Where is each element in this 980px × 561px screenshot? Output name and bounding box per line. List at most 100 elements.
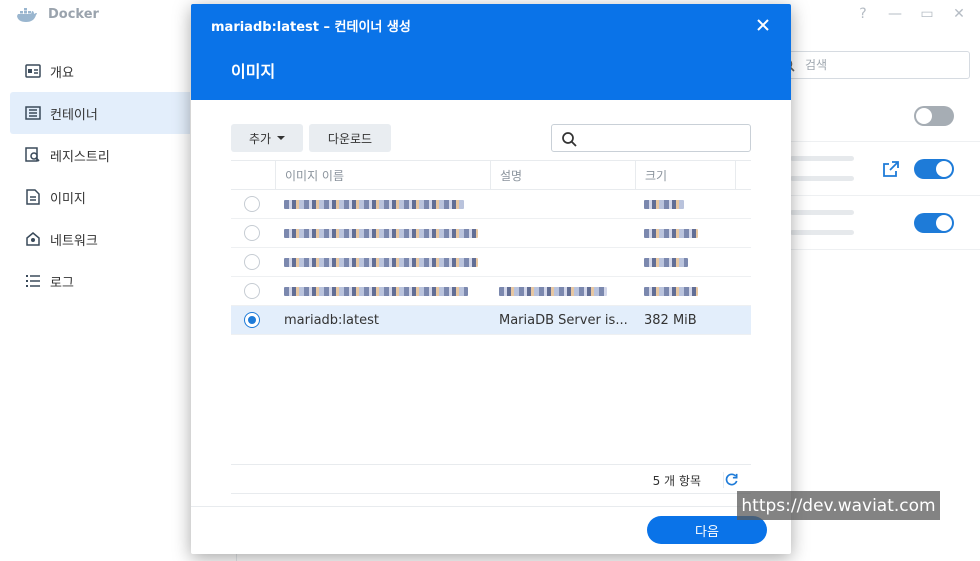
network-icon <box>24 231 42 247</box>
table-row-selected[interactable]: mariadb:latest MariaDB Server is... 382 … <box>231 306 751 335</box>
placeholder-line <box>790 230 854 235</box>
size-cell <box>635 219 735 247</box>
image-name-cell: mariadb:latest <box>284 312 379 328</box>
background-search-input[interactable]: 검색 <box>770 51 970 79</box>
description-cell: MariaDB Server is... <box>499 312 628 328</box>
row-radio[interactable] <box>244 254 260 270</box>
dialog-footer-divider <box>191 506 791 507</box>
redacted-text <box>644 199 684 209</box>
size-cell <box>635 277 735 305</box>
sidebar-item-log[interactable]: 로그 <box>0 260 190 302</box>
size-cell <box>635 190 735 218</box>
column-header-description[interactable]: 설명 <box>490 161 635 189</box>
sidebar-item-label: 네트워크 <box>50 233 98 249</box>
image-table: 이미지 이름 설명 크기 mariadb:latest MariaDB Serv… <box>231 160 751 335</box>
sidebar: 개요 컨테이너 레지스트리 이미지 네트워크 로그 <box>0 50 190 302</box>
image-name-cell <box>275 190 490 218</box>
row-radio-checked[interactable] <box>244 312 260 328</box>
minimize-icon[interactable]: — <box>888 6 902 22</box>
row-radio[interactable] <box>244 225 260 241</box>
table-row[interactable] <box>231 248 751 277</box>
row-radio-cell <box>231 219 275 247</box>
sidebar-item-label: 로그 <box>50 275 74 291</box>
chevron-down-icon <box>277 136 286 140</box>
redacted-text <box>284 286 468 296</box>
sidebar-item-network[interactable]: 네트워크 <box>0 218 190 260</box>
sidebar-item-image[interactable]: 이미지 <box>0 176 190 218</box>
redacted-text <box>284 199 464 209</box>
description-cell <box>490 248 635 276</box>
placeholder-line <box>790 176 854 181</box>
maximize-icon[interactable]: ▭ <box>920 6 934 22</box>
redacted-text <box>284 228 478 238</box>
toggle-switch[interactable] <box>914 106 954 126</box>
size-cell <box>635 248 735 276</box>
column-header-size[interactable]: 크기 <box>635 161 735 189</box>
table-header: 이미지 이름 설명 크기 <box>231 160 751 190</box>
item-count: 5 개 항목 <box>652 474 701 488</box>
toggle-switch[interactable] <box>914 213 954 233</box>
log-icon <box>24 273 42 289</box>
sidebar-item-container[interactable]: 컨테이너 <box>10 92 190 134</box>
sidebar-item-label: 컨테이너 <box>50 107 98 123</box>
toolbar: 추가 다운로드 <box>231 124 751 152</box>
row-radio[interactable] <box>244 283 260 299</box>
table-row[interactable] <box>231 277 751 306</box>
redacted-text <box>499 286 607 296</box>
window-controls: ? — ▭ ✕ <box>856 6 966 22</box>
step-title: 이미지 <box>231 62 276 81</box>
description-cell <box>490 190 635 218</box>
watermark: https://dev.waviat.com <box>737 491 940 520</box>
external-link-icon[interactable] <box>883 161 899 177</box>
background-row <box>790 96 980 142</box>
sidebar-item-registry[interactable]: 레지스트리 <box>0 134 190 176</box>
dialog-header: mariadb:latest – 컨테이너 생성 이미지 <box>191 4 791 100</box>
create-container-dialog: mariadb:latest – 컨테이너 생성 이미지 추가 다운로드 이미지… <box>191 4 791 554</box>
add-button-label: 추가 <box>248 131 272 146</box>
sidebar-item-label: 개요 <box>50 65 74 81</box>
column-header-image-name[interactable]: 이미지 이름 <box>275 161 490 189</box>
column-header-spacer <box>735 161 751 189</box>
row-radio-cell <box>231 190 275 218</box>
dialog-title: mariadb:latest – 컨테이너 생성 <box>211 20 411 35</box>
next-button[interactable]: 다음 <box>647 516 767 544</box>
docker-logo-icon <box>17 8 37 22</box>
sidebar-item-label: 이미지 <box>50 191 86 207</box>
table-footer: 5 개 항목 <box>231 464 751 494</box>
row-radio-cell <box>231 306 275 334</box>
redacted-text <box>644 228 698 238</box>
redacted-text <box>284 257 478 267</box>
row-radio[interactable] <box>244 196 260 212</box>
placeholder-line <box>790 156 854 161</box>
size-cell: 382 MiB <box>644 312 697 328</box>
row-radio-cell <box>231 248 275 276</box>
column-header-select <box>231 161 275 189</box>
add-button[interactable]: 추가 <box>231 124 303 152</box>
redacted-text <box>644 286 698 296</box>
close-window-icon[interactable]: ✕ <box>952 6 966 22</box>
background-row <box>790 196 980 250</box>
sidebar-item-label: 레지스트리 <box>50 149 110 165</box>
app-title: Docker <box>48 7 99 22</box>
image-name-cell <box>275 248 490 276</box>
registry-icon <box>24 147 42 163</box>
image-name-cell <box>275 219 490 247</box>
download-button[interactable]: 다운로드 <box>309 124 391 152</box>
container-icon <box>24 105 42 121</box>
close-icon[interactable] <box>754 16 772 34</box>
placeholder-line <box>790 210 854 215</box>
image-name-cell <box>275 277 490 305</box>
redacted-text <box>644 257 688 267</box>
table-row[interactable] <box>231 219 751 248</box>
search-icon <box>562 132 577 147</box>
image-search-input[interactable] <box>551 124 751 152</box>
help-icon[interactable]: ? <box>856 6 870 22</box>
toggle-switch[interactable] <box>914 159 954 179</box>
description-cell <box>490 219 635 247</box>
sidebar-item-overview[interactable]: 개요 <box>0 50 190 92</box>
table-row[interactable] <box>231 190 751 219</box>
row-radio-cell <box>231 277 275 305</box>
refresh-icon[interactable] <box>723 472 739 488</box>
image-icon <box>24 189 42 205</box>
description-cell <box>490 277 635 305</box>
